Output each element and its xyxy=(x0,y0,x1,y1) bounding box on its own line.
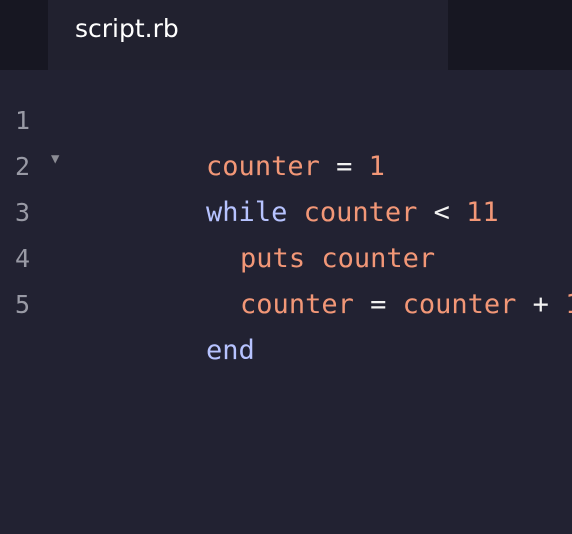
keyword-token: end xyxy=(206,335,255,366)
code-line-4[interactable]: 4 counter = counter + 1 xyxy=(0,236,572,320)
code-editor: script.rb 1 counter = 1 2 ▼ while counte… xyxy=(0,0,572,534)
tab-bar: script.rb xyxy=(0,0,572,70)
code-line-2[interactable]: 2 ▼ while counter < 11 xyxy=(0,144,572,228)
code-area[interactable]: 1 counter = 1 2 ▼ while counter < 11 3 p… xyxy=(0,98,572,366)
code-line-3[interactable]: 3 puts counter xyxy=(0,190,572,274)
code-line-1[interactable]: 1 counter = 1 xyxy=(0,98,572,182)
tab-script-rb[interactable]: script.rb xyxy=(48,0,448,70)
code-line-5[interactable]: 5 end xyxy=(0,282,572,366)
tab-filename: script.rb xyxy=(75,14,179,43)
line-number: 1 xyxy=(15,106,31,135)
line-number: 4 xyxy=(15,244,31,273)
fold-triangle-icon[interactable]: ▼ xyxy=(51,144,59,174)
line-number: 3 xyxy=(15,198,31,227)
line-number: 5 xyxy=(15,290,31,319)
line-number: 2 xyxy=(15,152,31,181)
code-line-content[interactable]: end xyxy=(76,282,255,420)
